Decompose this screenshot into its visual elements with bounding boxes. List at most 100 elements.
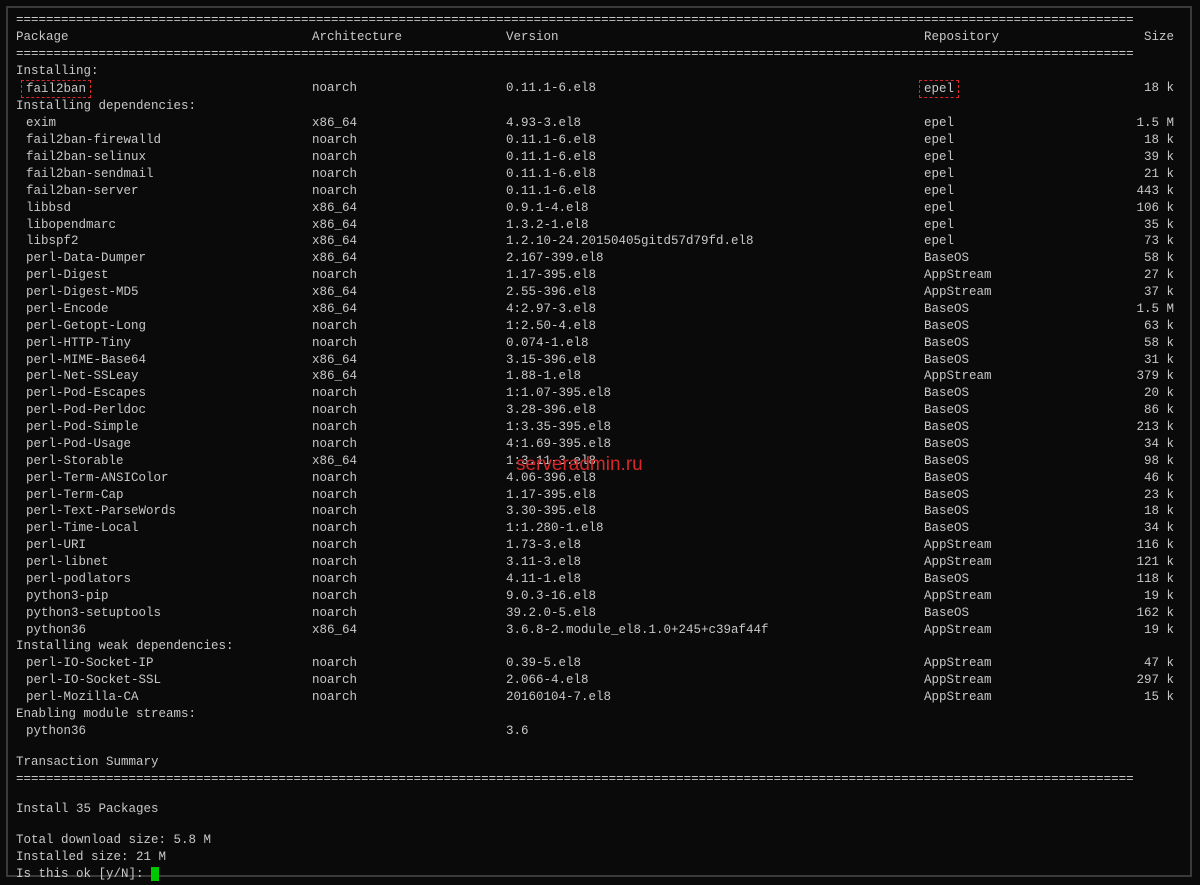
- pkg-version: 1.17-395.el8: [506, 267, 924, 284]
- pkg-repo: BaseOS: [924, 487, 1084, 504]
- pkg-repo: BaseOS: [924, 250, 1084, 267]
- pkg-name: fail2ban-selinux: [16, 149, 312, 166]
- pkg-repo: BaseOS: [924, 335, 1084, 352]
- pkg-arch: noarch: [312, 183, 506, 200]
- highlight-fail2ban: fail2ban: [21, 80, 91, 99]
- pkg-name: perl-Encode: [16, 301, 312, 318]
- header-version: Version: [506, 29, 924, 46]
- pkg-repo: BaseOS: [924, 419, 1084, 436]
- table-row: perl-Pod-Escapesnoarch1:1.07-395.el8Base…: [16, 385, 1182, 402]
- pkg-version: 1.73-3.el8: [506, 537, 924, 554]
- pkg-size: 1.5 M: [1084, 115, 1182, 132]
- pkg-repo: epel: [924, 200, 1084, 217]
- pkg-version: 4.11-1.el8: [506, 571, 924, 588]
- confirm-prompt[interactable]: Is this ok [y/N]:: [16, 866, 1182, 883]
- pkg-version: 1.2.10-24.20150405gitd57d79fd.el8: [506, 233, 924, 250]
- pkg-name: python3-pip: [16, 588, 312, 605]
- pkg-arch: noarch: [312, 503, 506, 520]
- modules-list: python363.6: [16, 723, 1182, 740]
- pkg-size: 73 k: [1084, 233, 1182, 250]
- pkg-name: python36: [16, 622, 312, 639]
- pkg-repo: BaseOS: [924, 318, 1084, 335]
- pkg-repo: BaseOS: [924, 605, 1084, 622]
- pkg-version: 0.11.1-6.el8: [506, 183, 924, 200]
- divider-header: ========================================…: [16, 46, 1182, 63]
- pkg-name: perl-podlators: [16, 571, 312, 588]
- summary-download-size: Total download size: 5.8 M: [16, 818, 1182, 849]
- pkg-version: 0.9.1-4.el8: [506, 200, 924, 217]
- pkg-version: 3.15-396.el8: [506, 352, 924, 369]
- transaction-summary: Transaction Summary ====================…: [16, 740, 1182, 883]
- pkg-version: 3.6.8-2.module_el8.1.0+245+c39af44f: [506, 622, 924, 639]
- pkg-size: 58 k: [1084, 335, 1182, 352]
- pkg-repo: [924, 723, 1084, 740]
- pkg-repo: AppStream: [924, 588, 1084, 605]
- pkg-arch: noarch: [312, 605, 506, 622]
- pkg-repo: BaseOS: [924, 520, 1084, 537]
- pkg-size: 1.5 M: [1084, 301, 1182, 318]
- pkg-name: exim: [16, 115, 312, 132]
- pkg-version: 1:3.35-395.el8: [506, 419, 924, 436]
- pkg-size: 18 k: [1084, 503, 1182, 520]
- table-row: libspf2x86_641.2.10-24.20150405gitd57d79…: [16, 233, 1182, 250]
- table-row: eximx86_644.93-3.el8epel1.5 M: [16, 115, 1182, 132]
- table-header: Package Architecture Version Repository …: [16, 29, 1182, 46]
- pkg-name: fail2ban-server: [16, 183, 312, 200]
- pkg-name: perl-Mozilla-CA: [16, 689, 312, 706]
- divider-summary: ========================================…: [16, 771, 1182, 788]
- pkg-name: perl-Digest-MD5: [16, 284, 312, 301]
- pkg-size: 98 k: [1084, 453, 1182, 470]
- pkg-repo: AppStream: [924, 554, 1084, 571]
- pkg-size: 34 k: [1084, 436, 1182, 453]
- header-size: Size: [1084, 29, 1182, 46]
- table-row: perl-Time-Localnoarch1:1.280-1.el8BaseOS…: [16, 520, 1182, 537]
- pkg-size: 18 k: [1084, 80, 1182, 99]
- table-row: perl-URInoarch1.73-3.el8AppStream116 k: [16, 537, 1182, 554]
- pkg-size: 162 k: [1084, 605, 1182, 622]
- table-row: fail2ban-firewalldnoarch0.11.1-6.el8epel…: [16, 132, 1182, 149]
- pkg-name: perl-Digest: [16, 267, 312, 284]
- pkg-size: 63 k: [1084, 318, 1182, 335]
- pkg-size: 443 k: [1084, 183, 1182, 200]
- pkg-version: 1:2.50-4.el8: [506, 318, 924, 335]
- table-row: perl-Digestnoarch1.17-395.el8AppStream27…: [16, 267, 1182, 284]
- pkg-version: 0.11.1-6.el8: [506, 149, 924, 166]
- pkg-name: perl-URI: [16, 537, 312, 554]
- pkg-arch: noarch: [312, 537, 506, 554]
- pkg-arch: noarch: [312, 166, 506, 183]
- pkg-version: 39.2.0-5.el8: [506, 605, 924, 622]
- summary-installed-size: Installed size: 21 M: [16, 849, 1182, 866]
- pkg-size: 379 k: [1084, 368, 1182, 385]
- pkg-version: 0.11.1-6.el8: [506, 166, 924, 183]
- pkg-name: perl-HTTP-Tiny: [16, 335, 312, 352]
- pkg-size: 27 k: [1084, 267, 1182, 284]
- pkg-size: 46 k: [1084, 470, 1182, 487]
- section-installing-weak: Installing weak dependencies:: [16, 638, 1182, 655]
- table-row: fail2ban-servernoarch0.11.1-6.el8epel443…: [16, 183, 1182, 200]
- pkg-size: 20 k: [1084, 385, 1182, 402]
- pkg-arch: noarch: [312, 402, 506, 419]
- pkg-repo: BaseOS: [924, 385, 1084, 402]
- table-row: libbsdx86_640.9.1-4.el8epel106 k: [16, 200, 1182, 217]
- table-row: python363.6: [16, 723, 1182, 740]
- pkg-size: 19 k: [1084, 588, 1182, 605]
- pkg-repo: BaseOS: [924, 571, 1084, 588]
- table-row: python36x86_643.6.8-2.module_el8.1.0+245…: [16, 622, 1182, 639]
- pkg-size: 297 k: [1084, 672, 1182, 689]
- pkg-arch: noarch: [312, 554, 506, 571]
- pkg-arch: noarch: [312, 149, 506, 166]
- table-row: perl-MIME-Base64x86_643.15-396.el8BaseOS…: [16, 352, 1182, 369]
- pkg-size: 39 k: [1084, 149, 1182, 166]
- table-row: libopendmarcx86_641.3.2-1.el8epel35 k: [16, 217, 1182, 234]
- prompt-text: Is this ok [y/N]:: [16, 867, 151, 881]
- pkg-size: 86 k: [1084, 402, 1182, 419]
- section-enabling-modules: Enabling module streams:: [16, 706, 1182, 723]
- pkg-arch: noarch: [312, 419, 506, 436]
- pkg-name: libbsd: [16, 200, 312, 217]
- pkg-name: libspf2: [16, 233, 312, 250]
- pkg-arch: x86_64: [312, 233, 506, 250]
- pkg-name: perl-Term-Cap: [16, 487, 312, 504]
- pkg-repo: epel: [924, 217, 1084, 234]
- weak-deps-list: perl-IO-Socket-IPnoarch0.39-5.el8AppStre…: [16, 655, 1182, 706]
- pkg-version: 0.11.1-6.el8: [506, 80, 924, 99]
